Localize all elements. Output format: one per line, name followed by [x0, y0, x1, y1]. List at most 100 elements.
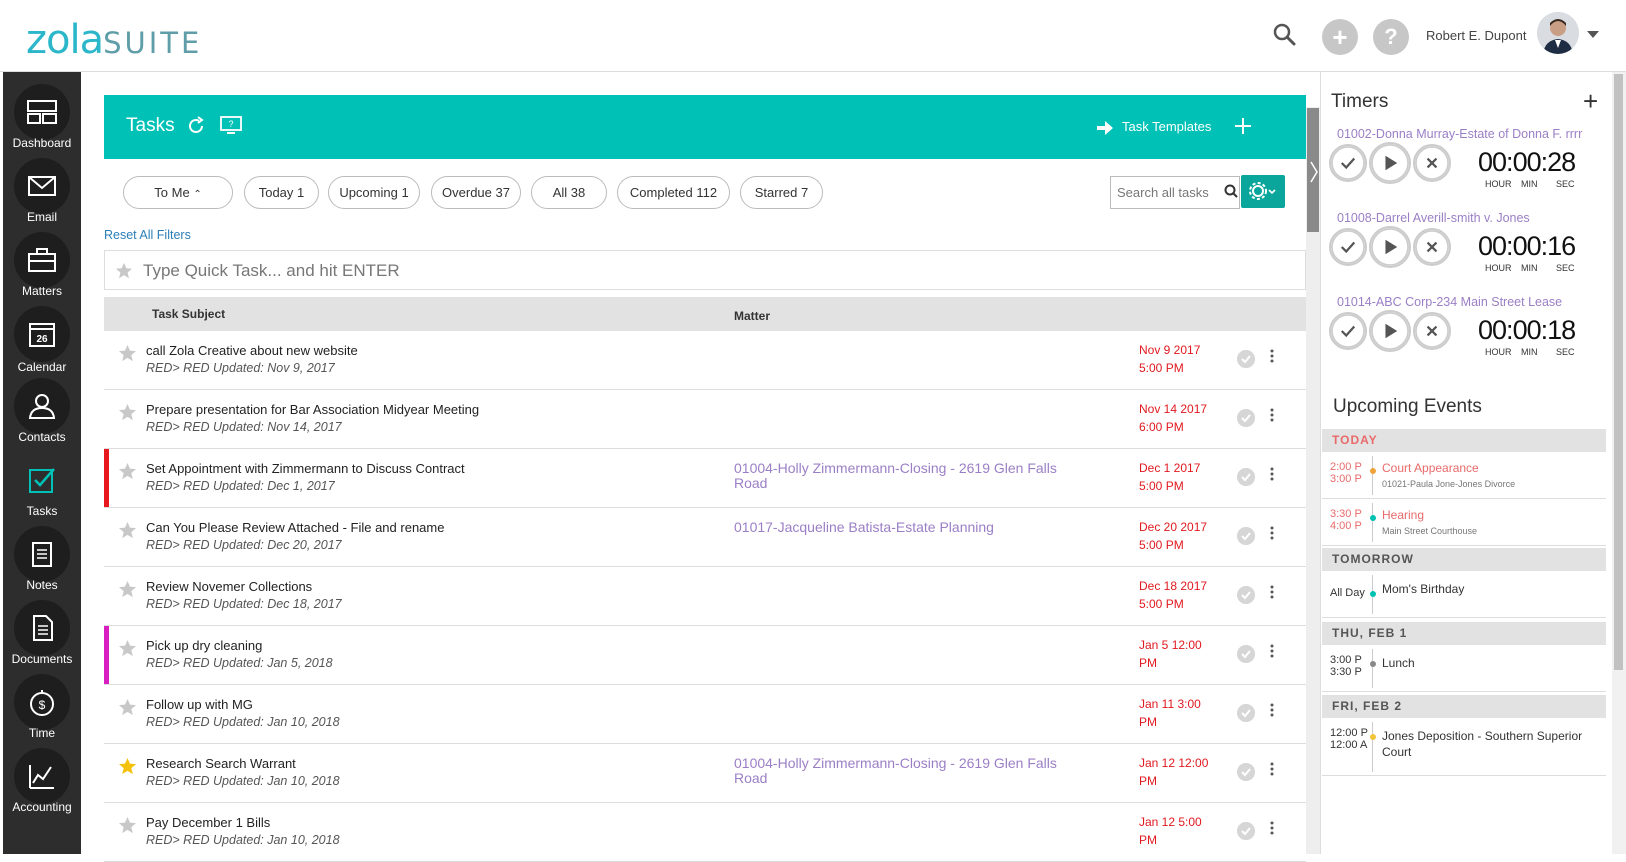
close-icon[interactable] — [1413, 144, 1451, 182]
timer-matter-link[interactable]: 01014-ABC Corp-234 Main Street Lease — [1337, 295, 1599, 309]
user-name[interactable]: Robert E. Dupont — [1426, 28, 1526, 43]
star-icon[interactable] — [118, 403, 137, 422]
task-row[interactable]: Prepare presentation for Bar Association… — [104, 390, 1306, 449]
settings-dropdown-button[interactable] — [1241, 175, 1285, 208]
zolasuite-logo[interactable]: zolaSUITE — [26, 20, 202, 63]
filter-overdue[interactable]: Overdue 37 — [431, 176, 521, 209]
event-title[interactable]: Hearing — [1382, 507, 1596, 523]
complete-check-icon[interactable] — [1237, 763, 1255, 781]
more-vertical-icon[interactable] — [1270, 644, 1274, 658]
column-task-subject[interactable]: Task Subject — [152, 307, 225, 321]
complete-check-icon[interactable] — [1237, 527, 1255, 545]
event-title[interactable]: Mom's Birthday — [1382, 581, 1596, 597]
task-subject[interactable]: Can You Please Review Attached - File an… — [146, 520, 444, 535]
task-subject[interactable]: call Zola Creative about new website — [146, 343, 358, 358]
quick-task-input[interactable]: Type Quick Task... and hit ENTER — [104, 250, 1306, 290]
event-title[interactable]: Jones Deposition - Southern Superior Cou… — [1382, 728, 1596, 760]
more-vertical-icon[interactable] — [1270, 349, 1274, 363]
complete-check-icon[interactable] — [1237, 350, 1255, 368]
event-title[interactable]: Lunch — [1382, 655, 1596, 671]
event-item[interactable]: 2:00 P 3:00 P Court Appearance 01021-Paula … — [1322, 452, 1606, 499]
star-icon[interactable] — [118, 521, 137, 540]
more-vertical-icon[interactable] — [1270, 585, 1274, 599]
complete-check-icon[interactable] — [1237, 468, 1255, 486]
user-menu-chevron-icon[interactable] — [1587, 31, 1599, 38]
sidebar-item-notes[interactable]: Notes — [3, 520, 81, 594]
complete-check-icon[interactable] — [1237, 645, 1255, 663]
task-subject[interactable]: Review Novemer Collections — [146, 579, 312, 594]
task-row[interactable]: Review Novemer Collections RED> RED Updat… — [104, 567, 1306, 626]
help-button[interactable]: ? — [1373, 19, 1409, 55]
sidebar-item-contacts[interactable]: Contacts — [3, 372, 81, 446]
task-row[interactable]: Set Appointment with Zimmermann to Discu… — [104, 449, 1306, 508]
filter-to-me[interactable]: To Me ⌃ — [123, 176, 233, 209]
event-item[interactable]: All Day Mom's Birthday — [1322, 571, 1606, 618]
filter-starred[interactable]: Starred 7 — [740, 176, 823, 209]
add-button[interactable]: + — [1322, 19, 1358, 55]
star-icon[interactable] — [118, 580, 137, 599]
task-row[interactable]: Can You Please Review Attached - File an… — [104, 508, 1306, 567]
close-icon[interactable] — [1413, 228, 1451, 266]
check-icon[interactable] — [1329, 228, 1367, 266]
sidebar-item-time[interactable]: $ Time — [3, 668, 81, 742]
more-vertical-icon[interactable] — [1270, 526, 1274, 540]
reset-filters-link[interactable]: Reset All Filters — [104, 228, 191, 242]
task-matter-link[interactable]: 01017-Jacqueline Batista-Estate Planning — [734, 520, 1074, 535]
star-icon[interactable] — [118, 816, 137, 835]
add-timer-button[interactable]: + — [1583, 86, 1598, 117]
task-subject[interactable]: Set Appointment with Zimmermann to Discu… — [146, 461, 465, 476]
star-icon[interactable] — [118, 344, 137, 363]
more-vertical-icon[interactable] — [1270, 703, 1274, 717]
event-title[interactable]: Court Appearance — [1382, 460, 1596, 476]
play-icon[interactable] — [1369, 226, 1411, 268]
help-screen-icon[interactable]: ? — [220, 115, 242, 135]
star-icon[interactable] — [118, 757, 137, 776]
task-matter-link[interactable]: 01004-Holly Zimmermann-Closing - 2619 Gl… — [734, 756, 1074, 786]
more-vertical-icon[interactable] — [1270, 467, 1274, 481]
right-panel-scrollbar-thumb[interactable] — [1614, 74, 1623, 670]
task-row[interactable]: call Zola Creative about new website RED>… — [104, 331, 1306, 390]
task-search-input[interactable]: Search all tasks — [1110, 176, 1240, 209]
sidebar-item-documents[interactable]: Documents — [3, 594, 81, 668]
check-icon[interactable] — [1329, 312, 1367, 350]
sidebar-item-email[interactable]: Email — [3, 152, 81, 226]
refresh-icon[interactable] — [186, 116, 206, 136]
task-subject[interactable]: Prepare presentation for Bar Association… — [146, 402, 479, 417]
search-icon[interactable] — [1224, 184, 1238, 198]
task-row[interactable]: Follow up with MG RED> RED Updated: Jan 1… — [104, 685, 1306, 744]
filter-upcoming[interactable]: Upcoming 1 — [328, 176, 420, 209]
more-vertical-icon[interactable] — [1270, 408, 1274, 422]
task-row[interactable]: Research Search Warrant RED> RED Updated:… — [104, 744, 1306, 803]
add-task-icon[interactable] — [1235, 118, 1251, 134]
task-subject[interactable]: Pay December 1 Bills — [146, 815, 270, 830]
task-templates-link[interactable]: Task Templates — [1122, 119, 1211, 134]
check-icon[interactable] — [1329, 144, 1367, 182]
column-matter[interactable]: Matter — [734, 309, 770, 323]
filter-today[interactable]: Today 1 — [244, 176, 319, 209]
close-icon[interactable] — [1413, 312, 1451, 350]
sidebar-item-accounting[interactable]: Accounting — [3, 742, 81, 816]
event-item[interactable]: 3:00 P 3:30 P Lunch — [1322, 645, 1606, 692]
more-vertical-icon[interactable] — [1270, 821, 1274, 835]
timer-matter-link[interactable]: 01002-Donna Murray-Estate of Donna F. rr… — [1337, 127, 1599, 141]
task-subject[interactable]: Follow up with MG — [146, 697, 253, 712]
play-icon[interactable] — [1369, 142, 1411, 184]
more-vertical-icon[interactable] — [1270, 762, 1274, 776]
star-icon[interactable] — [118, 698, 137, 717]
sidebar-item-matters[interactable]: Matters — [3, 226, 81, 300]
task-subject[interactable]: Research Search Warrant — [146, 756, 296, 771]
chevron-right-icon[interactable] — [1309, 160, 1319, 184]
sidebar-item-tasks[interactable]: Tasks — [3, 446, 81, 520]
avatar[interactable] — [1537, 12, 1579, 54]
task-subject[interactable]: Pick up dry cleaning — [146, 638, 262, 653]
filter-all[interactable]: All 38 — [531, 176, 607, 209]
star-icon[interactable] — [118, 462, 137, 481]
complete-check-icon[interactable] — [1237, 409, 1255, 427]
search-icon[interactable] — [1272, 22, 1298, 48]
event-item[interactable]: 12:00 P 12:00 A Jones Deposition - Souther… — [1322, 718, 1606, 776]
complete-check-icon[interactable] — [1237, 822, 1255, 840]
complete-check-icon[interactable] — [1237, 704, 1255, 722]
play-icon[interactable] — [1369, 310, 1411, 352]
star-icon[interactable] — [118, 639, 137, 658]
task-matter-link[interactable]: 01004-Holly Zimmermann-Closing - 2619 Gl… — [734, 461, 1074, 491]
